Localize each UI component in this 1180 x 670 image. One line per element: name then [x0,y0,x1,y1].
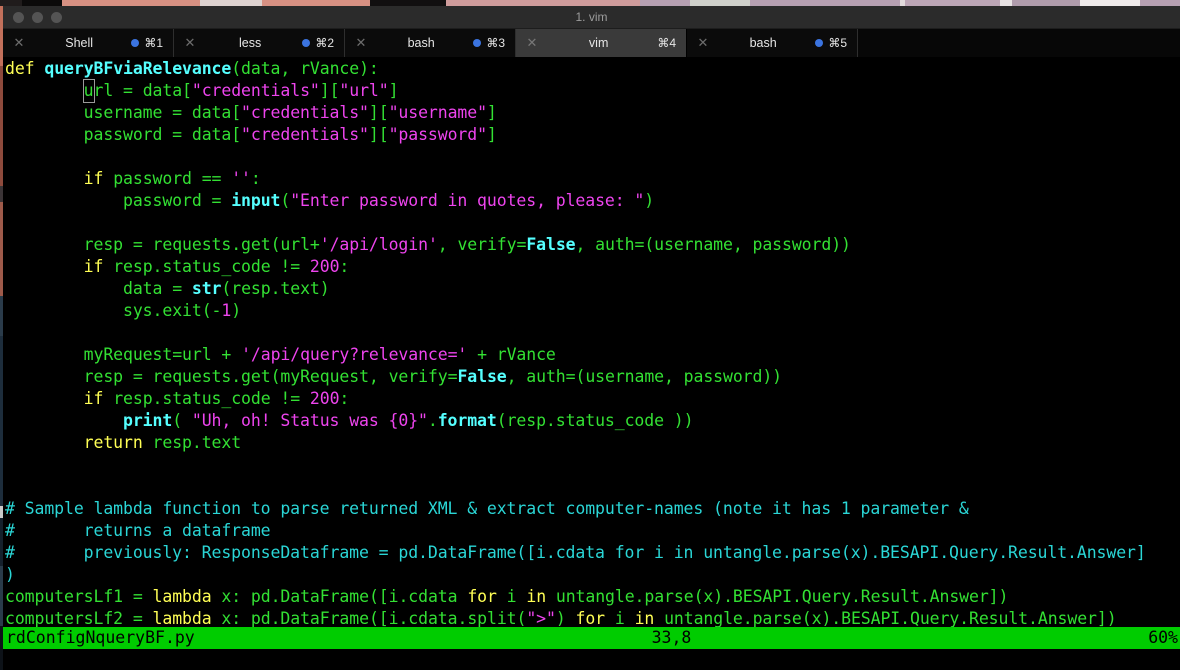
tab-status: ⌘4 [657,36,678,50]
status-cursor-position: 33,8 [651,628,692,647]
tab-shortcut: ⌘2 [315,36,334,50]
close-tab-icon[interactable]: ✕ [182,35,198,51]
code-line[interactable]: return resp.text [5,432,1146,454]
status-filename: rdConfigNqueryBF.py [6,628,195,647]
terminal-window: 1. vim ✕ Shell ⌘1 ✕ less ⌘2 ✕ bash ⌘3 ✕ … [3,6,1180,670]
code-line[interactable]: data = str(resp.text) [5,278,1146,300]
tab-label: Shell [65,36,94,50]
status-scroll-percent: 60% [1148,628,1178,647]
code-line[interactable]: url = data["credentials"]["url"] [5,79,1146,103]
tab-bar[interactable]: ✕ Shell ⌘1 ✕ less ⌘2 ✕ bash ⌘3 ✕ vim ⌘4 … [3,29,1180,58]
window-controls[interactable] [3,11,62,23]
code-line[interactable]: # Sample lambda function to parse return… [5,498,1146,520]
minimize-window-button[interactable] [32,11,43,23]
tab-label: bash [407,36,435,50]
code-line[interactable] [5,454,1146,476]
code-line[interactable]: if resp.status_code != 200: [5,256,1146,278]
tab-less[interactable]: ✕ less ⌘2 [174,29,345,57]
tab-shell[interactable]: ✕ Shell ⌘1 [3,29,174,57]
code-line[interactable]: password = input("Enter password in quot… [5,190,1146,212]
code-line[interactable]: password = data["credentials"]["password… [5,124,1146,146]
window-titlebar[interactable]: 1. vim [3,6,1180,29]
close-tab-icon[interactable]: ✕ [353,35,369,51]
tab-status: ⌘5 [815,36,849,50]
vim-editor-pane[interactable]: def queryBFviaRelevance(data, rVance): u… [3,58,1180,670]
tab-bash-1[interactable]: ✕ bash ⌘3 [345,29,516,57]
tab-bash-2[interactable]: ✕ bash ⌘5 [687,29,858,57]
zoom-window-button[interactable] [51,11,62,23]
code-line[interactable]: myRequest=url + '/api/query?relevance=' … [5,344,1146,366]
screen: 1. vim ✕ Shell ⌘1 ✕ less ⌘2 ✕ bash ⌘3 ✕ … [0,0,1180,670]
tab-status: ⌘2 [302,36,336,50]
tab-shortcut: ⌘4 [657,36,676,50]
code-line[interactable] [5,476,1146,498]
code-line[interactable]: def queryBFviaRelevance(data, rVance): [5,58,1146,80]
activity-dot-icon [131,39,140,47]
close-window-button[interactable] [13,11,24,23]
code-line[interactable]: print( "Uh, oh! Status was {0}".format(r… [5,410,1146,432]
code-line[interactable]: ) [5,564,1146,586]
window-title: 1. vim [575,10,608,24]
code-line[interactable]: username = data["credentials"]["username… [5,102,1146,124]
vim-command-line[interactable] [3,649,1180,670]
activity-dot-icon [473,39,482,47]
tab-shortcut: ⌘3 [486,36,505,50]
tab-shortcut: ⌘1 [144,36,163,50]
tab-label: vim [588,36,609,50]
code-buffer[interactable]: def queryBFviaRelevance(data, rVance): u… [5,58,1146,630]
code-line[interactable]: resp = requests.get(url+'/api/login', ve… [5,234,1146,256]
tab-label: bash [749,36,777,50]
close-tab-icon[interactable]: ✕ [11,35,27,51]
close-tab-icon[interactable]: ✕ [695,35,711,51]
code-line[interactable]: if resp.status_code != 200: [5,388,1146,410]
activity-dot-icon [815,39,824,47]
code-line[interactable] [5,322,1146,344]
tab-bar-empty-area [858,29,1180,57]
code-line[interactable]: # returns a dataframe [5,520,1146,542]
code-line[interactable]: sys.exit(-1) [5,300,1146,322]
tab-vim[interactable]: ✕ vim ⌘4 [516,29,687,57]
tab-label: less [239,36,262,50]
tab-status: ⌘1 [131,36,165,50]
code-line[interactable]: resp = requests.get(myRequest, verify=Fa… [5,366,1146,388]
close-tab-icon[interactable]: ✕ [524,35,540,51]
code-line[interactable]: computersLf1 = lambda x: pd.DataFrame([i… [5,586,1146,608]
tab-shortcut: ⌘5 [828,36,847,50]
tab-status: ⌘3 [473,36,507,50]
code-line[interactable]: if password == '': [5,168,1146,190]
vim-status-line: rdConfigNqueryBF.py 33,8 60% [3,627,1180,649]
code-line[interactable]: # previously: ResponseDataframe = pd.Dat… [5,542,1146,564]
code-line[interactable] [5,146,1146,168]
code-line[interactable] [5,212,1146,234]
activity-dot-icon [302,39,311,47]
